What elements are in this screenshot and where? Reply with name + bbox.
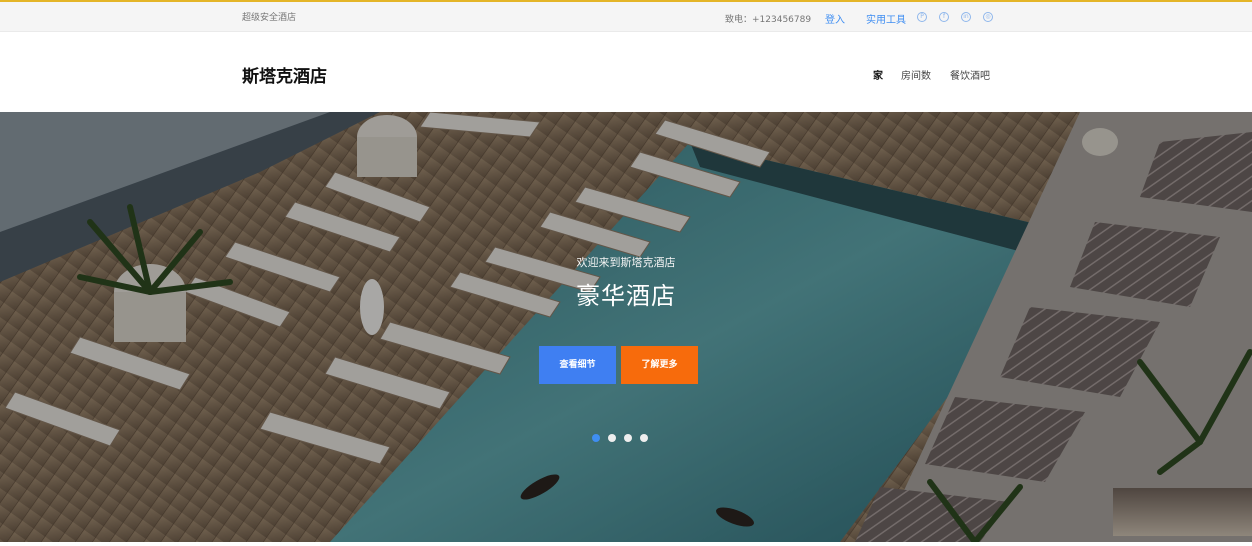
dribbble-icon[interactable]: ◎ xyxy=(983,12,993,22)
hero-title: 豪华酒店 xyxy=(576,282,676,310)
view-details-button[interactable]: 查看细节 xyxy=(539,346,616,384)
site-header: 斯塔克酒店 家 房间数 餐饮酒吧 xyxy=(0,32,1252,112)
slider-dot-3[interactable] xyxy=(624,434,632,442)
slider-dot-1[interactable] xyxy=(592,434,600,442)
learn-more-button[interactable]: 了解更多 xyxy=(621,346,698,384)
hero-welcome-text: 欢迎来到斯塔克酒店 xyxy=(576,256,676,269)
nav-item-home[interactable]: 家 xyxy=(873,67,883,82)
facebook-icon[interactable]: f xyxy=(939,12,949,22)
tools-link[interactable]: 实用工具 xyxy=(866,11,906,26)
brand-logo[interactable]: 斯塔克酒店 xyxy=(242,62,327,87)
hero-slider: 欢迎来到斯塔克酒店 豪华酒店 查看细节 了解更多 xyxy=(0,112,1252,542)
slider-dot-4[interactable] xyxy=(640,434,648,442)
tagline: 超级安全酒店 xyxy=(242,13,297,23)
top-bar: 超级安全酒店 致电：+123456789 登入 实用工具 P f in ◎ xyxy=(0,2,1252,32)
nav-item-dining[interactable]: 餐饮酒吧 xyxy=(950,67,990,82)
nav-item-rooms[interactable]: 房间数 xyxy=(901,67,931,82)
slider-dot-2[interactable] xyxy=(608,434,616,442)
hero-overlay xyxy=(0,112,1252,542)
login-link[interactable]: 登入 xyxy=(825,11,845,26)
page-bottom-strip xyxy=(0,542,1252,546)
phone-number: 致电：+123456789 xyxy=(725,15,812,25)
corner-thumbnail xyxy=(1113,488,1252,536)
pinterest-icon[interactable]: P xyxy=(917,12,927,22)
linkedin-icon[interactable]: in xyxy=(961,12,971,22)
